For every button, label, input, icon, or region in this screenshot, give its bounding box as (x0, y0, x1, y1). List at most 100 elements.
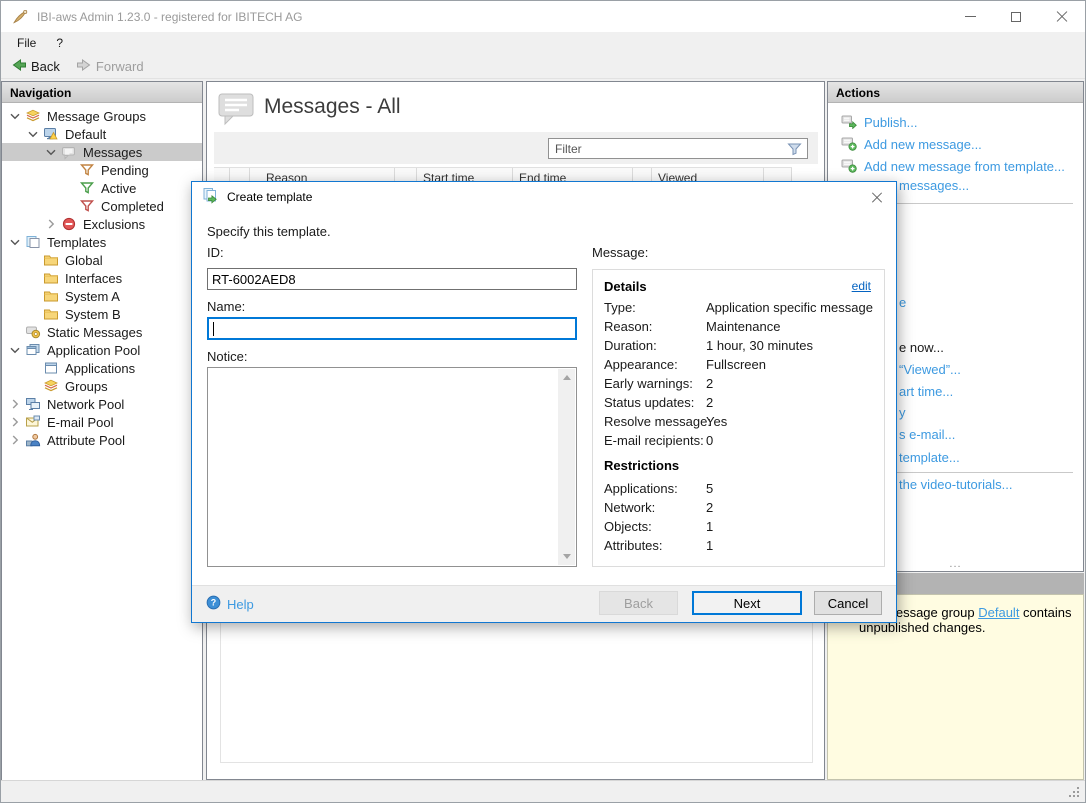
edit-link[interactable]: edit (852, 279, 871, 293)
cancel-button[interactable]: Cancel (814, 591, 882, 615)
message-details-box: Details edit Type:Application specific m… (592, 269, 885, 567)
folder-icon (42, 288, 60, 304)
tree-item-attribute-pool[interactable]: Attribute Pool (2, 431, 202, 449)
chevron-right-icon[interactable] (6, 414, 24, 430)
tree-item-label: System B (60, 307, 121, 322)
tree-item-system-b[interactable]: System B (2, 305, 202, 323)
dialog-subtitle: Specify this template. (207, 224, 331, 239)
id-label: ID: (207, 245, 224, 260)
minimize-button[interactable] (947, 1, 993, 32)
detail-label: E-mail recipients: (604, 433, 704, 448)
tree-item-network-pool[interactable]: Network Pool (2, 395, 202, 413)
tree-item-default[interactable]: Default (2, 125, 202, 143)
next-button[interactable]: Next (692, 591, 802, 615)
tree-item-active[interactable]: Active (2, 179, 202, 197)
action-fragment[interactable]: s e-mail... (899, 427, 955, 442)
application-pool-icon (24, 342, 42, 358)
message-bubble-icon (60, 144, 78, 160)
menu-help[interactable]: ? (46, 33, 73, 53)
chevron-down-icon[interactable] (42, 144, 60, 160)
chevron-down-icon[interactable] (6, 108, 24, 124)
filter-input[interactable] (549, 142, 786, 156)
notice-scrollbar[interactable] (558, 369, 575, 565)
groups-icon (42, 378, 60, 394)
detail-row-resolve-message: Resolve message:Yes (604, 414, 876, 431)
tree-item-static-messages[interactable]: Static Messages (2, 323, 202, 341)
actions-header: Actions (828, 82, 1083, 103)
action-fragment[interactable]: y (899, 405, 906, 420)
back-arrow-icon (11, 57, 27, 76)
scroll-up-icon[interactable] (558, 369, 575, 386)
app-window: IBI-aws Admin 1.23.0 - registered for IB… (0, 0, 1086, 803)
detail-value: 1 hour, 30 minutes (706, 338, 813, 353)
notice-textarea[interactable] (207, 367, 577, 567)
forward-button[interactable]: Forward (70, 55, 150, 78)
menubar: File ? (1, 32, 1085, 54)
funnel-completed-icon (78, 198, 96, 214)
restrictions-header: Restrictions (604, 458, 679, 473)
action-fragment[interactable]: e now... (899, 340, 944, 355)
action-fragment[interactable]: art time... (899, 384, 953, 399)
tree-item-templates[interactable]: Templates (2, 233, 202, 251)
menu-file[interactable]: File (7, 33, 46, 53)
back-dialog-button[interactable]: Back (599, 591, 678, 615)
detail-value: 1 (706, 519, 713, 534)
filter-bar (214, 132, 818, 164)
action-fragment[interactable]: the video-tutorials... (899, 477, 1012, 492)
action-add-new-message[interactable]: Add new message... (841, 135, 982, 154)
filter-funnel-icon[interactable] (786, 141, 804, 157)
tree-item-messages[interactable]: Messages (2, 143, 202, 161)
back-button[interactable]: Back (5, 55, 66, 78)
action-fragment[interactable]: messages... (899, 178, 969, 193)
id-field[interactable] (207, 268, 577, 290)
detail-label: Type: (604, 300, 636, 315)
chevron-down-icon[interactable] (24, 126, 42, 142)
tree-item-label: Default (60, 127, 106, 142)
tree-item-applications[interactable]: Applications (2, 359, 202, 377)
detail-row-appearance: Appearance:Fullscreen (604, 357, 876, 374)
tree-item-label: Network Pool (42, 397, 124, 412)
resize-grip[interactable] (1067, 785, 1080, 798)
action-fragment[interactable]: e (899, 295, 906, 310)
tree-item-system-a[interactable]: System A (2, 287, 202, 305)
chevron-down-icon[interactable] (6, 342, 24, 358)
tree-spacer (60, 198, 78, 214)
static-messages-icon (24, 324, 42, 340)
action-fragment[interactable]: “Viewed”... (899, 362, 961, 377)
chevron-right-icon[interactable] (6, 432, 24, 448)
tree-item-global[interactable]: Global (2, 251, 202, 269)
tree-item-application-pool[interactable]: Application Pool (2, 341, 202, 359)
tree-item-groups[interactable]: Groups (2, 377, 202, 395)
close-button[interactable] (1039, 1, 1085, 32)
tree-item-message-groups[interactable]: Message Groups (2, 107, 202, 125)
chevron-down-icon[interactable] (6, 234, 24, 250)
tree-item-label: Application Pool (42, 343, 140, 358)
tree-item-label: Completed (96, 199, 164, 214)
chevron-right-icon[interactable] (42, 216, 60, 232)
tree-spacer (24, 270, 42, 286)
default-group-link[interactable]: Default (978, 605, 1019, 620)
name-field[interactable] (207, 317, 577, 340)
application-icon (42, 360, 60, 376)
tree-item-label: Attribute Pool (42, 433, 125, 448)
detail-row-applications: Applications:5 (604, 481, 876, 498)
funnel-pending-icon (78, 162, 96, 178)
detail-label: Early warnings: (604, 376, 693, 391)
maximize-button[interactable] (993, 1, 1039, 32)
tree-item-pending[interactable]: Pending (2, 161, 202, 179)
folder-icon (42, 270, 60, 286)
action-fragment[interactable]: template... (899, 450, 960, 465)
dialog-close-icon[interactable] (868, 189, 886, 207)
chevron-right-icon[interactable] (6, 396, 24, 412)
tree-item-completed[interactable]: Completed (2, 197, 202, 215)
action-add-new-message-from-template[interactable]: Add new message from template... (841, 157, 1065, 176)
help-link[interactable]: ? Help (206, 595, 254, 613)
tree-spacer (60, 180, 78, 196)
tree-item-interfaces[interactable]: Interfaces (2, 269, 202, 287)
tree-item-exclusions[interactable]: Exclusions (2, 215, 202, 233)
scroll-down-icon[interactable] (558, 548, 575, 565)
tree-item-e-mail-pool[interactable]: E-mail Pool (2, 413, 202, 431)
detail-label: Appearance: (604, 357, 678, 372)
action-publish[interactable]: Publish... (841, 113, 917, 132)
details-header: Details (604, 279, 647, 294)
